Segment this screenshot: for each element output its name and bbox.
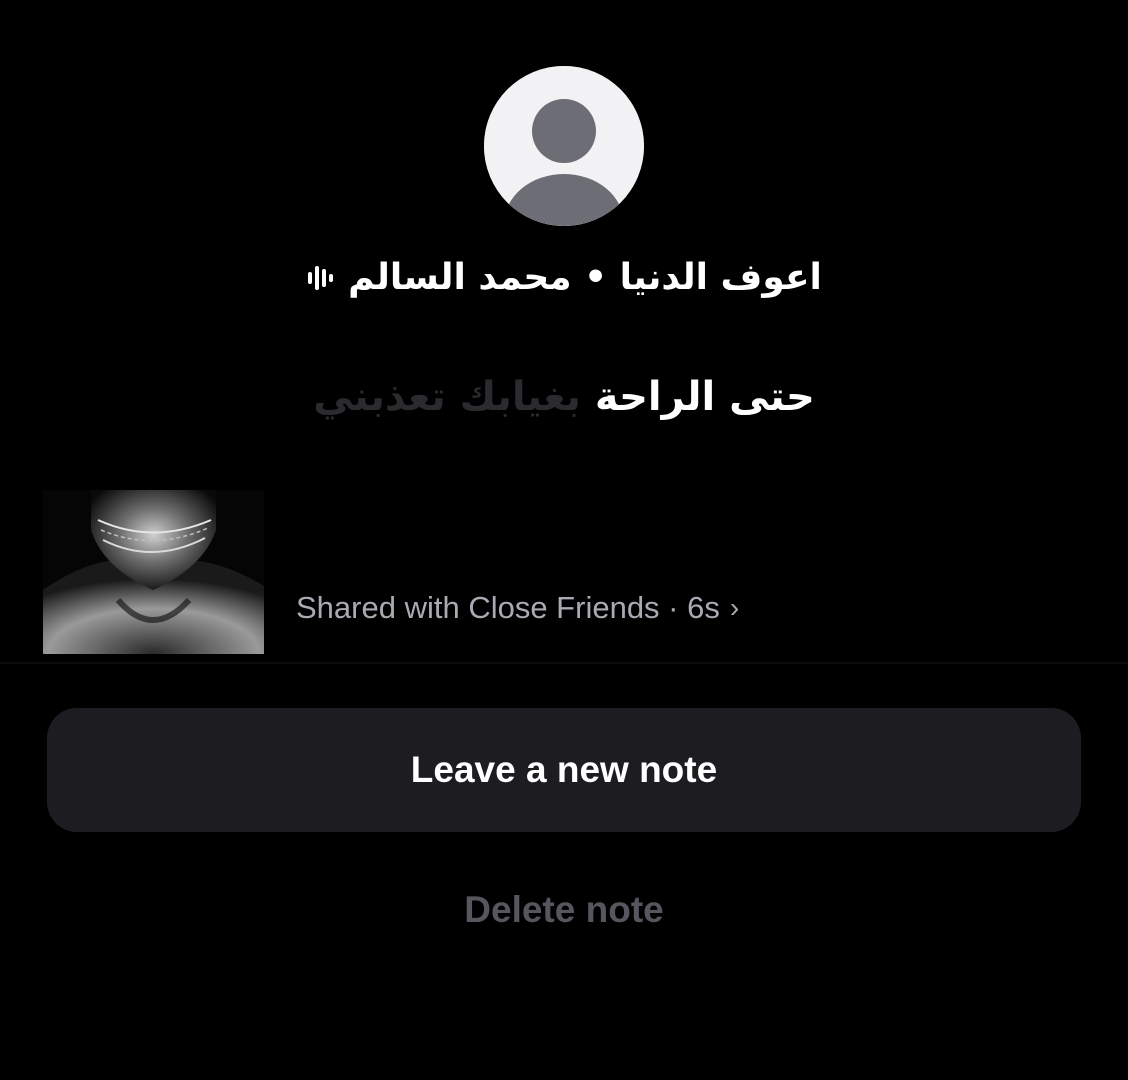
- song-title-artist: اعوف الدنيا • محمد السالم: [348, 257, 822, 298]
- lyrics-line: حتى الراحة بغيابك تعذبني: [0, 362, 1128, 432]
- default-avatar-icon: [484, 66, 644, 226]
- note-thumbnail[interactable]: [43, 490, 264, 654]
- shared-audience-link[interactable]: Shared with Close Friends · 6s ›: [296, 588, 739, 628]
- profile-avatar[interactable]: [484, 66, 644, 226]
- lyrics-active: حتى الراحة: [594, 374, 815, 420]
- lyrics-upcoming: بغيابك تعذبني: [313, 374, 581, 420]
- divider: [0, 662, 1128, 664]
- music-info[interactable]: اعوف الدنيا • محمد السالم: [0, 248, 1128, 308]
- chevron-right-icon: ›: [729, 592, 740, 623]
- audio-waveform-icon: [306, 264, 334, 292]
- shared-audience-text: Shared with Close Friends · 6s: [296, 590, 720, 625]
- leave-new-note-button[interactable]: Leave a new note: [47, 708, 1081, 832]
- delete-note-button[interactable]: Delete note: [0, 880, 1128, 940]
